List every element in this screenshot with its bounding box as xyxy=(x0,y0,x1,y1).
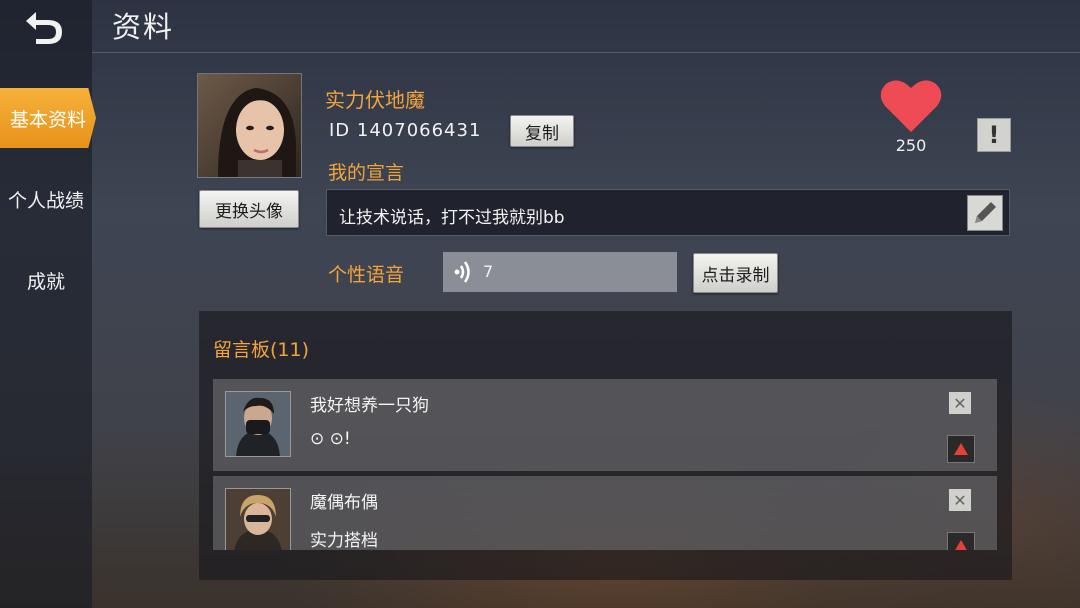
sidebar-item-label: 个人战绩 xyxy=(7,189,84,212)
warning-icon xyxy=(954,443,968,455)
list-item: 魔偶布偶 实力搭档 ✕ xyxy=(213,476,997,550)
message-list[interactable]: 我好想养一只狗 ⊙ ⊙! ✕ 魔偶布偶 实力搭档 ✕ xyxy=(213,379,997,550)
heart-icon xyxy=(880,80,942,132)
delete-message-button[interactable]: ✕ xyxy=(949,392,971,414)
sidebar-item-label: 基本资料 xyxy=(9,108,86,131)
back-button[interactable] xyxy=(22,6,68,46)
message-author: 魔偶布偶 xyxy=(310,493,378,513)
voice-playback-bar[interactable]: 7 xyxy=(443,252,677,292)
declaration-text: 让技术说话，打不过我就别bb xyxy=(339,208,565,228)
sidebar: 基本资料 个人战绩 成就 xyxy=(0,0,96,608)
player-id: ID 1407066431 xyxy=(329,120,482,141)
message-board: 留言板(11) 我好想养一只狗 ⊙ ⊙! ✕ 魔偶布偶 实力搭档 ✕ xyxy=(199,311,1012,580)
like-button[interactable] xyxy=(880,78,942,134)
report-message-button[interactable] xyxy=(947,435,975,463)
sidebar-item-achievements[interactable]: 成就 xyxy=(0,250,92,310)
copy-id-button[interactable]: 复制 xyxy=(510,115,574,147)
sound-wave-icon xyxy=(454,261,470,283)
sidebar-item-basic-info[interactable]: 基本资料 xyxy=(0,88,96,148)
avatar[interactable] xyxy=(225,391,291,457)
close-icon: ✕ xyxy=(953,393,967,413)
declaration-field[interactable]: 让技术说话，打不过我就别bb xyxy=(326,189,1010,236)
likes-count: 250 xyxy=(895,136,927,155)
profile-avatar xyxy=(197,73,302,178)
report-profile-button[interactable]: ! xyxy=(977,118,1011,152)
list-item: 我好想养一只狗 ⊙ ⊙! ✕ xyxy=(213,379,997,471)
record-voice-button[interactable]: 点击录制 xyxy=(693,253,778,293)
pencil-icon xyxy=(975,202,996,223)
delete-message-button[interactable]: ✕ xyxy=(949,489,971,511)
back-arrow-icon xyxy=(26,12,62,44)
change-avatar-button[interactable]: 更换头像 xyxy=(199,190,299,228)
message-author: 我好想养一只狗 xyxy=(310,396,429,416)
close-icon: ✕ xyxy=(953,490,967,510)
edit-declaration-button[interactable] xyxy=(967,195,1003,231)
sidebar-item-personal-stats[interactable]: 个人战绩 xyxy=(0,169,92,229)
sidebar-item-label: 成就 xyxy=(26,270,65,293)
message-text: ⊙ ⊙! xyxy=(310,429,351,449)
exclamation-icon: ! xyxy=(988,121,1000,149)
voice-duration: 7 xyxy=(483,262,494,281)
report-message-button[interactable] xyxy=(947,532,975,550)
message-board-title: 留言板(11) xyxy=(213,339,310,361)
message-text: 实力搭档 xyxy=(310,531,378,550)
declaration-label: 我的宣言 xyxy=(328,162,405,184)
voice-label: 个性语音 xyxy=(328,264,405,286)
header-divider xyxy=(92,52,1080,53)
avatar[interactable] xyxy=(225,488,291,550)
page-title: 资料 xyxy=(112,10,175,44)
nickname: 实力伏地魔 xyxy=(325,88,425,112)
warning-icon xyxy=(955,540,967,550)
